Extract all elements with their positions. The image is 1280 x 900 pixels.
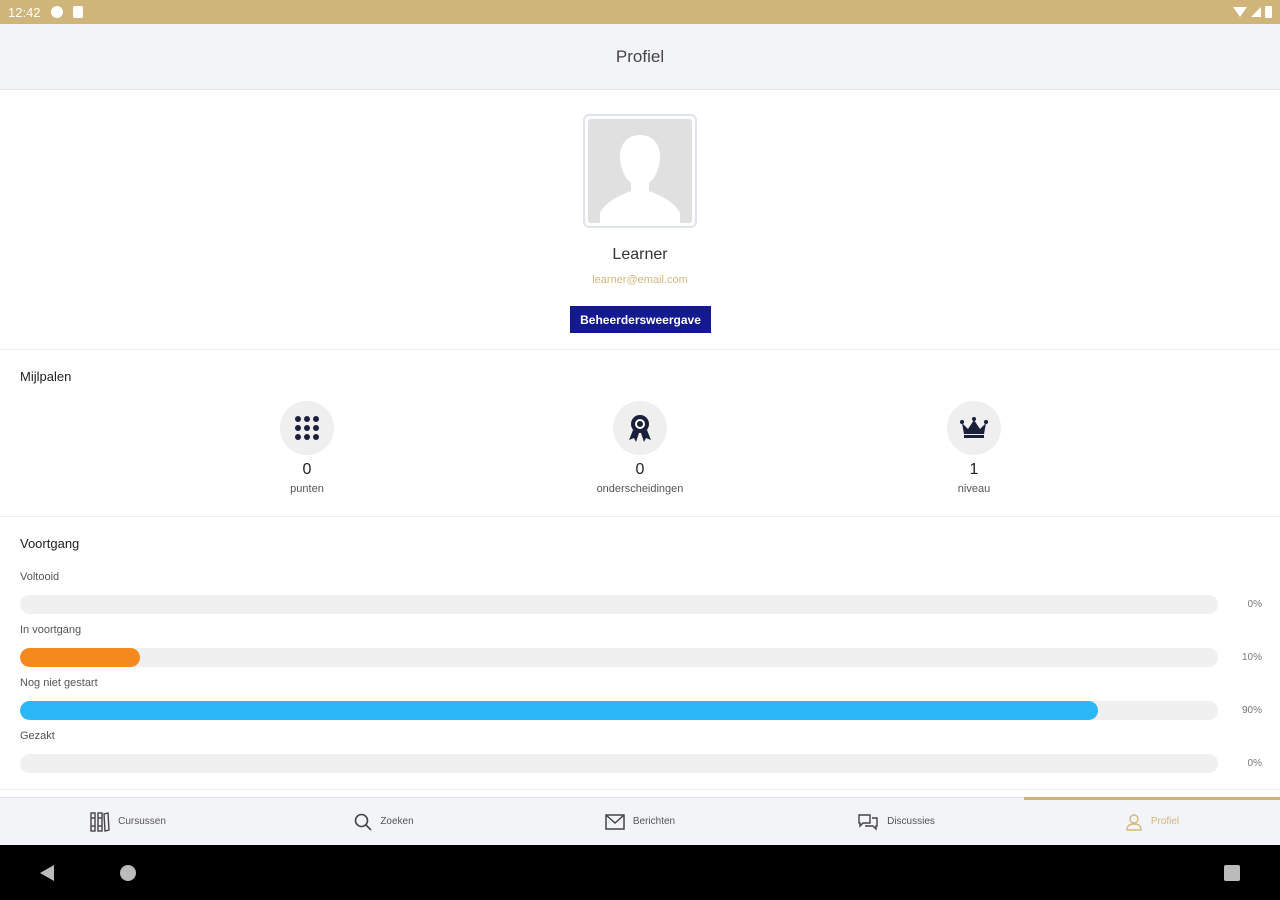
grid-icon — [280, 401, 334, 455]
progress-value: 10% — [1241, 652, 1262, 663]
progress-title: Voortgang — [20, 536, 80, 551]
tab-label: Discussies — [887, 816, 935, 827]
wifi-icon — [1233, 7, 1247, 17]
progress-row-in-progress: In voortgang 10% — [0, 624, 1280, 674]
system-nav-bar — [0, 845, 1280, 900]
progress-label: Nog niet gestart — [20, 677, 98, 689]
milestone-points: 0 punten — [227, 401, 387, 495]
tab-search[interactable]: Zoeken — [256, 798, 512, 845]
tab-courses[interactable]: Cursussen — [0, 798, 256, 845]
avatar-placeholder-icon — [588, 119, 692, 223]
points-count: 0 — [302, 461, 312, 478]
progress-track — [20, 595, 1218, 614]
user-name: Learner — [612, 246, 668, 263]
avatar[interactable] — [583, 114, 697, 228]
progress-label: In voortgang — [20, 624, 82, 636]
progress-row-not-started: Nog niet gestart 90% — [0, 677, 1280, 727]
progress-label: Voltooid — [20, 571, 60, 583]
tab-label: Zoeken — [380, 816, 414, 827]
mail-icon — [605, 813, 625, 830]
progress-value: 0% — [1247, 758, 1262, 769]
courses-icon — [90, 811, 110, 832]
crown-icon — [947, 401, 1001, 455]
tab-label: Profiel — [1150, 816, 1180, 827]
user-email: learner@email.com — [592, 274, 688, 286]
progress-fill — [20, 648, 140, 667]
progress-fill — [20, 701, 1099, 720]
progress-row-completed: Voltooid 0% — [0, 571, 1280, 621]
awards-label: onderscheidingen — [596, 483, 684, 495]
awards-count: 0 — [635, 461, 645, 478]
status-bar: 12:42 — [0, 0, 1280, 24]
progress-track — [20, 648, 1218, 667]
user-icon — [1125, 813, 1143, 831]
progress-label: Gezakt — [20, 730, 55, 742]
tab-label: Berichten — [632, 816, 676, 827]
profile-section: Learner learner@email.com Beheerdersweer… — [0, 90, 1280, 350]
progress-value: 90% — [1241, 705, 1262, 716]
recent-apps-icon[interactable] — [1224, 865, 1240, 881]
home-icon[interactable] — [120, 865, 136, 881]
page-title: Profiel — [615, 46, 665, 66]
sd-card-icon — [72, 6, 83, 18]
search-icon — [354, 813, 372, 831]
progress-track — [20, 701, 1218, 720]
milestone-level: 1 niveau — [894, 401, 1054, 495]
award-icon — [613, 401, 667, 455]
chat-icon — [857, 813, 879, 831]
level-label: niveau — [957, 483, 991, 495]
milestones-title: Mijlpalen — [20, 369, 72, 384]
page-header: Profiel — [0, 24, 1280, 90]
progress-row-failed: Gezakt 0% — [0, 730, 1280, 780]
tab-label: Cursussen — [118, 816, 166, 827]
level-count: 1 — [969, 461, 979, 478]
battery-icon — [1265, 6, 1272, 18]
tab-discussions[interactable]: Discussies — [768, 798, 1024, 845]
progress-track — [20, 754, 1218, 773]
points-label: punten — [290, 483, 324, 495]
milestone-awards: 0 onderscheidingen — [560, 401, 720, 495]
admin-view-button[interactable]: Beheerdersweergave — [570, 306, 711, 333]
tab-profile[interactable]: Profiel — [1024, 797, 1280, 845]
milestones-section: Mijlpalen 0 punten 0 onderscheidingen 1 … — [0, 351, 1280, 517]
status-time: 12:42 — [8, 4, 41, 20]
progress-section: Voortgang Voltooid 0% In voortgang 10% N… — [0, 518, 1280, 790]
progress-value: 0% — [1247, 599, 1262, 610]
back-icon[interactable] — [40, 865, 54, 881]
signal-icon — [1251, 7, 1261, 17]
app-notification-icon — [50, 6, 63, 18]
bottom-tab-bar: Cursussen Zoeken Berichten Discussies Pr… — [0, 797, 1280, 845]
tab-messages[interactable]: Berichten — [512, 798, 768, 845]
